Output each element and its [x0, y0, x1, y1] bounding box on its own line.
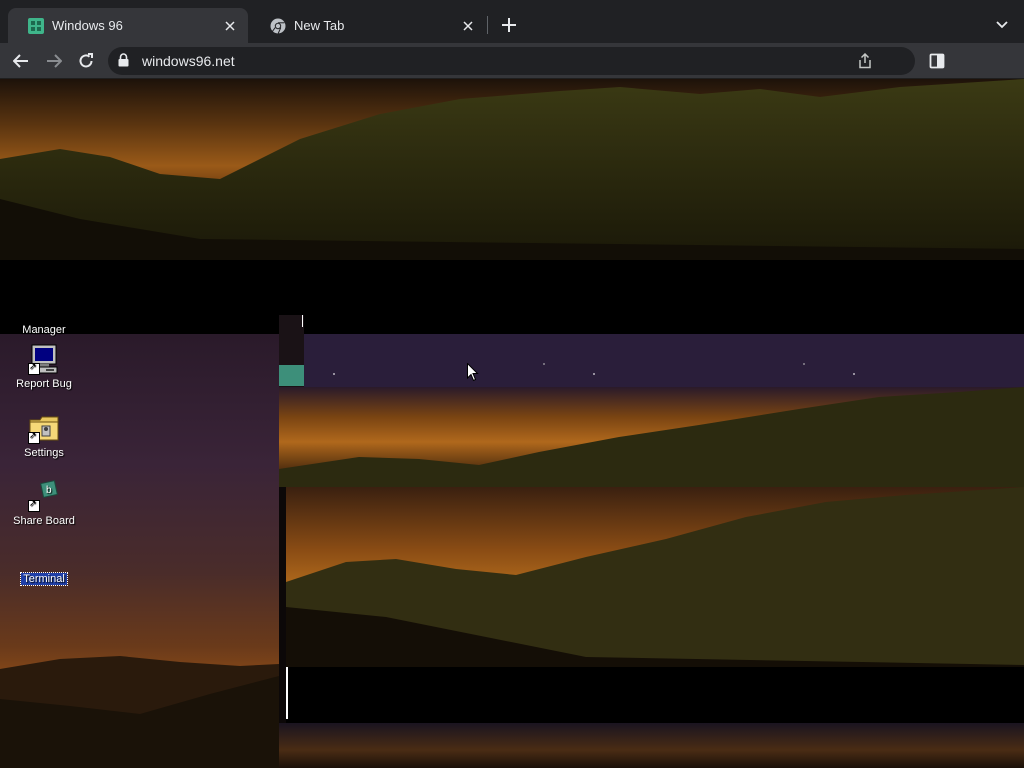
back-button[interactable] — [9, 49, 33, 73]
arrow-left-icon — [13, 54, 28, 68]
share-icon[interactable] — [858, 52, 872, 74]
plus-icon — [502, 18, 516, 32]
close-icon[interactable] — [222, 18, 238, 34]
window-area — [279, 315, 1024, 768]
new-tab-button[interactable] — [498, 14, 520, 36]
close-icon[interactable] — [460, 18, 476, 34]
desktop-icon-report-bug[interactable]: Report Bug — [4, 343, 84, 390]
chevron-down-icon — [996, 21, 1008, 29]
tab-search-button[interactable] — [992, 14, 1012, 36]
window-wallpaper-1 — [279, 387, 1024, 487]
window-wallpaper-2 — [286, 487, 1024, 667]
icon-label: Report Bug — [16, 378, 72, 390]
desktop-icon-settings[interactable]: Settings — [4, 412, 84, 459]
window-sky-strip — [304, 334, 1024, 387]
icon-label: Terminal — [20, 572, 68, 586]
arrow-right-icon — [47, 54, 62, 68]
windows96-favicon — [28, 17, 44, 34]
desktop-icon-terminal[interactable]: Terminal — [4, 572, 84, 586]
tab-new-tab[interactable]: New Tab — [250, 8, 486, 43]
terminal-window-body[interactable] — [286, 667, 1024, 723]
desktop-icon-manager[interactable]: Manager — [4, 324, 84, 336]
window-fragment-accent — [279, 365, 304, 386]
icon-label: Settings — [24, 447, 64, 459]
side-panel-button[interactable] — [925, 49, 949, 73]
wallpaper-band — [0, 79, 1024, 260]
text-caret — [286, 667, 288, 719]
wallpaper-bottom — [279, 723, 1024, 768]
tab-title: Windows 96 — [52, 18, 123, 33]
share-board-icon: b — [28, 480, 60, 512]
browser-toolbar: windows96.net — [0, 43, 1024, 79]
desktop-wallpaper — [0, 334, 279, 768]
settings-folder-icon — [28, 412, 60, 444]
icon-label: Share Board — [13, 515, 75, 527]
lock-icon[interactable] — [118, 53, 129, 72]
text-caret — [302, 315, 303, 327]
mouse-cursor — [467, 362, 479, 388]
tab-separator — [487, 16, 488, 34]
forward-button[interactable] — [42, 49, 66, 73]
page-viewport[interactable]: Manager Report Bug Settings — [0, 79, 1024, 768]
address-bar[interactable]: windows96.net — [108, 47, 915, 75]
tab-windows96[interactable]: Windows 96 — [8, 8, 248, 43]
tab-strip: Windows 96 New Tab — [0, 0, 1024, 43]
computer-icon — [28, 343, 60, 375]
svg-text:b: b — [46, 485, 52, 496]
chrome-icon — [270, 18, 286, 34]
icon-label: Manager — [22, 324, 66, 336]
url-text: windows96.net — [142, 53, 235, 69]
side-panel-icon — [929, 53, 945, 69]
reload-icon — [79, 53, 93, 68]
reload-button[interactable] — [74, 49, 98, 73]
tab-title: New Tab — [294, 18, 345, 33]
desktop-icon-share-board[interactable]: b Share Board — [4, 480, 84, 527]
